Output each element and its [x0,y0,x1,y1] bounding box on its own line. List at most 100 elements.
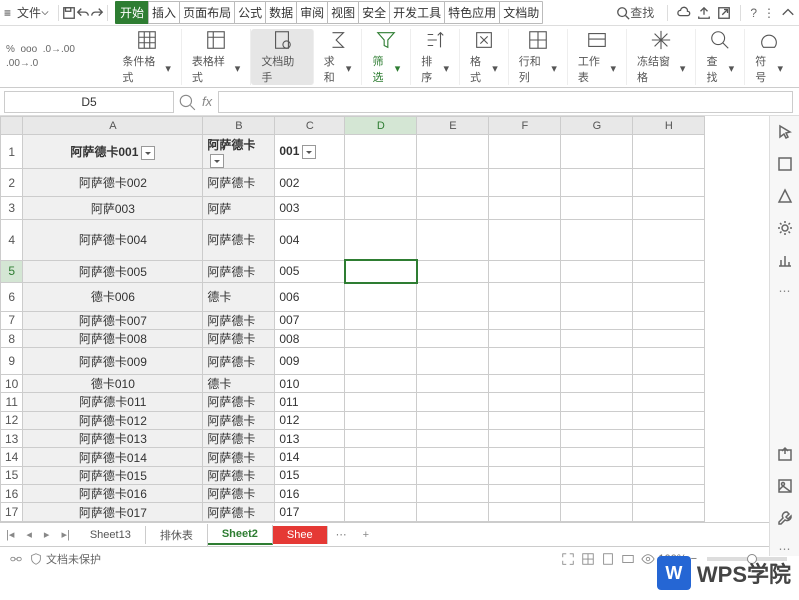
reading-view-icon[interactable] [621,552,635,566]
col-A[interactable]: A [23,117,203,135]
cell-G6[interactable] [561,283,633,312]
cell-E12[interactable] [417,411,489,429]
shield-icon[interactable] [29,552,43,566]
cell-D9[interactable] [345,348,417,375]
cell-B1[interactable]: 阿萨德卡 [203,135,275,169]
more-icon[interactable]: ⋮ [763,6,775,20]
cell-A14[interactable]: 阿萨德卡014 [23,448,203,466]
freeze-button[interactable]: 冻结窗格▾ [627,29,696,85]
cell-A17[interactable]: 阿萨德卡017 [23,503,203,522]
cell-B14[interactable]: 阿萨德卡 [203,448,275,466]
shape-icon[interactable] [777,188,793,204]
cell-H14[interactable] [633,448,705,466]
cell-C12[interactable]: 012 [275,411,345,429]
cell-A9[interactable]: 阿萨德卡009 [23,348,203,375]
cell-A6[interactable]: 德卡006 [23,283,203,312]
cell-B6[interactable]: 德卡 [203,283,275,312]
cell-H15[interactable] [633,466,705,484]
cell-D4[interactable] [345,219,417,260]
cell-E2[interactable] [417,168,489,197]
cell-A4[interactable]: 阿萨德卡004 [23,219,203,260]
row-9[interactable]: 9 [1,348,23,375]
cell-D5[interactable] [345,260,417,282]
help-icon[interactable]: ? [750,6,757,20]
cell-F10[interactable] [489,374,561,392]
select-icon[interactable] [777,156,793,172]
row-11[interactable]: 11 [1,393,23,411]
spreadsheet-grid[interactable]: ABCDEFGH1阿萨德卡001阿萨德卡0012阿萨德卡002阿萨德卡0023阿… [0,116,705,522]
cell-H12[interactable] [633,411,705,429]
cell-F17[interactable] [489,503,561,522]
file-menu[interactable]: 文件 [11,4,55,21]
cell-D16[interactable] [345,485,417,503]
sheet-tab-4[interactable]: Shee [273,526,328,544]
conditional-format-button[interactable]: 条件格式▾ [112,29,181,85]
row-6[interactable]: 6 [1,283,23,312]
zoom-out[interactable]: − [687,553,701,565]
sheet-tab-2[interactable]: 排休表 [146,524,208,546]
cell-B15[interactable]: 阿萨德卡 [203,466,275,484]
cell-H1[interactable] [633,135,705,169]
cell-F12[interactable] [489,411,561,429]
cell-E15[interactable] [417,466,489,484]
menu-tab-4[interactable]: 数据 [265,1,297,24]
cell-A2[interactable]: 阿萨德卡002 [23,168,203,197]
cell-B3[interactable]: 阿萨 [203,197,275,219]
tab-more[interactable]: ⋯ [328,528,355,541]
tools-icon[interactable] [777,510,793,526]
cell-A5[interactable]: 阿萨德卡005 [23,260,203,282]
cancel-formula-icon[interactable] [178,93,196,111]
menu-tab-2[interactable]: 页面布局 [179,1,235,24]
cell-E13[interactable] [417,430,489,448]
symbol-button[interactable]: 符号▾ [745,29,793,85]
menu-icon[interactable]: ≡ [4,6,11,20]
row-8[interactable]: 8 [1,330,23,348]
cell-C15[interactable]: 015 [275,466,345,484]
cell-A11[interactable]: 阿萨德卡011 [23,393,203,411]
cell-B13[interactable]: 阿萨德卡 [203,430,275,448]
cell-E4[interactable] [417,219,489,260]
menu-tab-10[interactable]: 文档助 [499,1,543,24]
cell-G14[interactable] [561,448,633,466]
cell-H11[interactable] [633,393,705,411]
filter-arrow-C[interactable] [302,145,316,159]
cell-B11[interactable]: 阿萨德卡 [203,393,275,411]
row-13[interactable]: 13 [1,430,23,448]
cell-B12[interactable]: 阿萨德卡 [203,411,275,429]
col-B[interactable]: B [203,117,275,135]
cell-E7[interactable] [417,311,489,329]
tab-next[interactable]: ▸ [38,528,56,541]
export-icon[interactable] [777,446,793,462]
sum-button[interactable]: 求和▾ [314,29,363,85]
cell-E8[interactable] [417,330,489,348]
external-icon[interactable] [717,6,731,20]
col-C[interactable]: C [275,117,345,135]
tab-first[interactable]: |◂ [0,528,20,541]
cell-D6[interactable] [345,283,417,312]
redo-icon[interactable] [90,6,104,20]
row-2[interactable]: 2 [1,168,23,197]
cell-D7[interactable] [345,311,417,329]
more-side-icon[interactable]: ⋯ [779,284,791,298]
cell-D2[interactable] [345,168,417,197]
cell-H7[interactable] [633,311,705,329]
cell-F15[interactable] [489,466,561,484]
row-1[interactable]: 1 [1,135,23,169]
sort-button[interactable]: 排序▾ [411,29,460,85]
col-E[interactable]: E [417,117,489,135]
cell-A10[interactable]: 德卡010 [23,374,203,392]
cell-C16[interactable]: 016 [275,485,345,503]
cell-C11[interactable]: 011 [275,393,345,411]
row-3[interactable]: 3 [1,197,23,219]
row-15[interactable]: 15 [1,466,23,484]
cell-H2[interactable] [633,168,705,197]
menu-tab-9[interactable]: 特色应用 [444,1,500,24]
cell-D14[interactable] [345,448,417,466]
cell-G1[interactable] [561,135,633,169]
cloud-icon[interactable] [677,6,691,20]
doc-helper-button[interactable]: 文档助手 [251,29,313,85]
cell-G12[interactable] [561,411,633,429]
save-icon[interactable] [62,6,76,20]
row-17[interactable]: 17 [1,503,23,522]
link-icon[interactable] [9,552,23,566]
